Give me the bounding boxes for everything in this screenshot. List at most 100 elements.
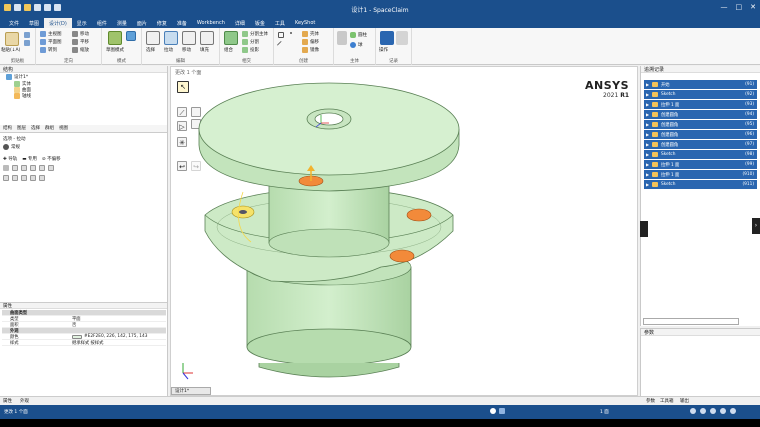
viewport[interactable]: 更改 1 个面 ↖ ⟋ ▷ ✳ ↩ ↪ ANSYS 2021 R1 设计1* — [170, 66, 638, 396]
status-globe-icon[interactable] — [490, 408, 496, 414]
option-icon-8[interactable] — [12, 175, 18, 181]
option-icon-4[interactable] — [30, 165, 36, 171]
sphere-button[interactable]: 球 — [350, 42, 363, 48]
option-icon-10[interactable] — [30, 175, 36, 181]
option-icon-5[interactable] — [39, 165, 45, 171]
tab-properties[interactable]: 属性 — [3, 398, 12, 404]
status-icon-1[interactable] — [690, 408, 696, 414]
top-disk[interactable] — [198, 82, 460, 192]
paste-icon[interactable] — [5, 32, 19, 46]
history-icon[interactable] — [380, 31, 394, 45]
offset-button[interactable]: 偏移 — [302, 39, 319, 45]
tree-item-design[interactable]: 设计1* — [6, 74, 28, 80]
tab-layers[interactable]: 图层 — [17, 125, 26, 132]
cylinder-button[interactable]: 圆柱 — [350, 32, 367, 38]
combine-icon[interactable] — [224, 31, 238, 45]
option-icon-9[interactable] — [21, 175, 27, 181]
tab-sketch[interactable]: 草图 — [24, 18, 44, 28]
project-button[interactable]: 投影 — [242, 47, 259, 53]
tab-toolbox[interactable]: 工具箱 — [660, 398, 674, 404]
goto-button[interactable]: 转到 — [40, 47, 57, 53]
plan-view-button[interactable]: 平面图 — [40, 39, 62, 45]
tab-tools[interactable]: 工具 — [270, 18, 290, 28]
close-button[interactable]: ✕ — [750, 3, 756, 11]
tab-workbench[interactable]: Workbench — [192, 18, 230, 28]
mirror-button[interactable]: 镜像 — [302, 47, 319, 53]
option-icon-1[interactable] — [3, 165, 9, 171]
pan-button[interactable]: 平移 — [72, 39, 89, 45]
fill-label[interactable]: 填充 — [200, 47, 209, 53]
tab-views[interactable]: 视图 — [59, 125, 68, 132]
shell-button[interactable]: 壳体 — [302, 31, 319, 37]
status-icon-2[interactable] — [700, 408, 706, 414]
sketch-mode-icon[interactable] — [108, 31, 122, 45]
tab-assembly[interactable]: 组件 — [92, 18, 112, 28]
tab-appearance[interactable]: 外观 — [20, 398, 29, 404]
copy-icon[interactable] — [24, 40, 30, 46]
tab-repair[interactable]: 修复 — [152, 18, 172, 28]
tab-detail[interactable]: 详细 — [230, 18, 250, 28]
home-view-button[interactable]: 主视图 — [40, 31, 62, 37]
rotate-button[interactable]: 移动 — [72, 31, 89, 37]
history-row[interactable]: ▶ Sketch (911) — [644, 180, 757, 189]
history-row[interactable]: ▶ 创建圆角 (97) — [644, 140, 757, 149]
pull-label[interactable]: 拉动 — [164, 47, 173, 53]
options-section[interactable]: 常规 — [3, 144, 20, 150]
history-row[interactable]: ▶ 创建圆角 (94) — [644, 110, 757, 119]
status-icon-4[interactable] — [720, 408, 726, 414]
tab-file[interactable]: 文件 — [4, 18, 24, 28]
history-row[interactable]: ▶ 创建圆角 (96) — [644, 130, 757, 139]
no-offset-option[interactable]: ⊘ 不偏移 — [42, 156, 61, 162]
maximize-button[interactable]: □ — [736, 3, 743, 11]
tab-design[interactable]: 设计(D) — [44, 18, 72, 28]
sketch-mode-label[interactable]: 草图模式 — [106, 47, 124, 53]
history-row[interactable]: ▶ 开始 (91) — [644, 80, 757, 89]
operations-label[interactable]: 操作 — [379, 47, 388, 53]
pull-tool-icon[interactable] — [164, 31, 178, 45]
tab-structure[interactable]: 结构 — [3, 125, 12, 132]
hole-highlight-3[interactable] — [389, 249, 415, 263]
fill-tool-icon[interactable] — [200, 31, 214, 45]
select-label[interactable]: 选择 — [146, 47, 155, 53]
move-tool-icon[interactable] — [182, 31, 196, 45]
point-icon[interactable] — [290, 32, 292, 34]
option-icon-6[interactable] — [48, 165, 54, 171]
tab-parameters[interactable]: 参数 — [646, 398, 655, 404]
option-icon-7[interactable] — [3, 175, 9, 181]
equation-icon[interactable] — [337, 31, 347, 45]
tab-facets[interactable]: 面片 — [132, 18, 152, 28]
tree-item-axis[interactable]: 轴线 — [14, 93, 31, 99]
replay-icon[interactable] — [396, 31, 408, 45]
tab-selection[interactable]: 选择 — [31, 125, 40, 132]
tab-sheetmetal[interactable]: 钣金 — [250, 18, 270, 28]
status-icon-5[interactable] — [730, 408, 736, 414]
document-tab[interactable]: 设计1* — [171, 387, 211, 395]
history-row[interactable]: ▶ Sketch (92) — [644, 90, 757, 99]
section-mode-icon[interactable] — [126, 31, 136, 41]
status-filter-icon[interactable] — [499, 408, 505, 414]
option-icon-2[interactable] — [12, 165, 18, 171]
split-button[interactable]: 分割 — [242, 39, 259, 45]
hole-highlight-2[interactable] — [406, 208, 432, 222]
history-row[interactable]: ▶ 拉伸 1 面 (93) — [644, 100, 757, 109]
history-row[interactable]: ▶ 拉伸 1 面 (99) — [644, 160, 757, 169]
status-icon-3[interactable] — [710, 408, 716, 414]
prop-row-style[interactable]: 样式 继承样式 按样式 — [2, 340, 166, 346]
collapse-right-panel-icon[interactable]: › — [752, 218, 760, 234]
select-tool-icon[interactable] — [146, 31, 160, 45]
history-row[interactable]: ▶ 创建圆角 (95) — [644, 120, 757, 129]
tab-measure[interactable]: 测量 — [112, 18, 132, 28]
split-body-button[interactable]: 分割主体 — [242, 31, 268, 37]
tab-display[interactable]: 显示 — [72, 18, 92, 28]
history-search-input[interactable] — [643, 318, 739, 325]
tab-output[interactable]: 输出 — [680, 398, 689, 404]
tab-keyshot[interactable]: KeyShot — [290, 18, 320, 28]
combine-label[interactable]: 组合 — [224, 47, 233, 53]
minimize-button[interactable]: — — [721, 3, 728, 11]
plane-icon[interactable] — [278, 32, 284, 38]
option-icon-3[interactable] — [21, 165, 27, 171]
tab-groups[interactable]: 群组 — [45, 125, 54, 132]
cut-icon[interactable] — [24, 32, 30, 38]
history-row[interactable]: ▶ Sketch (98) — [644, 150, 757, 159]
paste-button-label[interactable]: 粘贴(↓A) — [1, 47, 20, 53]
